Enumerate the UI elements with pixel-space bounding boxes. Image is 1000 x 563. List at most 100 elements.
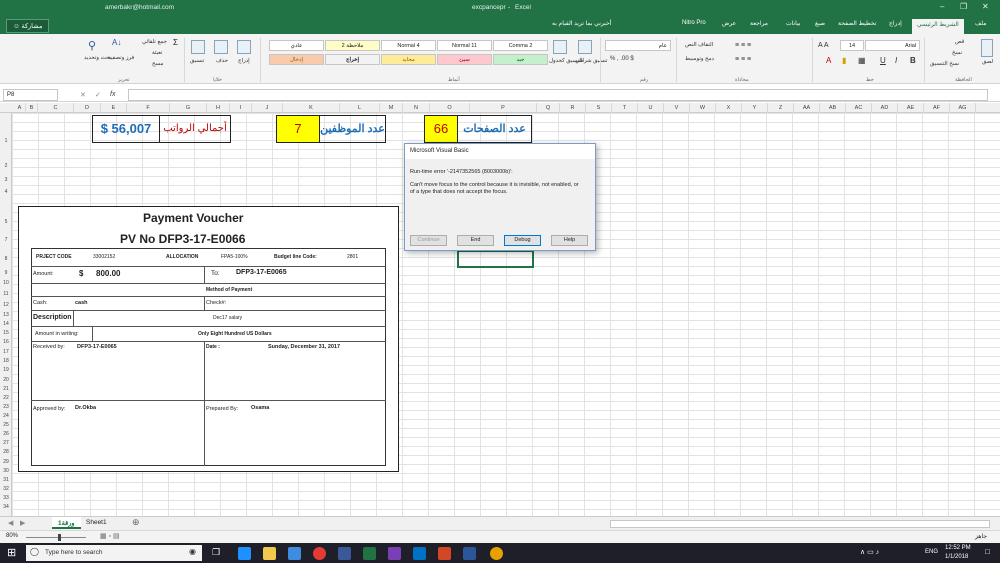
total-salaries-label[interactable]: أجمالي الرواتب bbox=[159, 115, 231, 143]
row-header[interactable]: 22 bbox=[0, 395, 12, 401]
row-header[interactable]: 34 bbox=[0, 504, 12, 510]
column-header[interactable]: AB bbox=[820, 103, 846, 113]
style-normal4[interactable]: Normal 4 bbox=[381, 40, 436, 51]
prev-sheet-icon[interactable]: ◀ bbox=[8, 519, 13, 527]
style-output[interactable]: إخراج bbox=[325, 54, 380, 65]
clock-date[interactable]: 1/1/2018 bbox=[945, 554, 968, 560]
selected-cell[interactable] bbox=[457, 250, 534, 268]
pages-value[interactable]: 66 bbox=[424, 115, 458, 143]
pages-label[interactable]: عدد الصفحات bbox=[457, 115, 532, 143]
tab-page-layout[interactable]: تخطيط الصفحة bbox=[838, 20, 876, 27]
column-header[interactable]: AA bbox=[794, 103, 820, 113]
row-header[interactable]: 19 bbox=[0, 367, 12, 373]
row-header[interactable]: 26 bbox=[0, 431, 12, 437]
row-header[interactable]: 8 bbox=[0, 256, 12, 262]
tab-home[interactable]: الشريط الرئيسي bbox=[912, 19, 964, 34]
row-header[interactable]: 14 bbox=[0, 321, 12, 327]
column-header[interactable]: W bbox=[690, 103, 716, 113]
number-format-buttons[interactable]: % , .00 $ bbox=[610, 56, 634, 62]
windows-start-icon[interactable]: ⊞ bbox=[7, 546, 16, 559]
store-icon[interactable] bbox=[288, 547, 301, 560]
row-header[interactable]: 1 bbox=[0, 138, 12, 144]
italic-button[interactable]: I bbox=[895, 56, 897, 65]
wrap-text-button[interactable]: التفاف النص bbox=[685, 42, 713, 48]
tab-file[interactable]: ملف bbox=[975, 20, 986, 27]
restore-icon[interactable]: ❐ bbox=[960, 2, 967, 11]
find-button[interactable]: بحث وتحديد bbox=[84, 55, 111, 61]
powerpoint-icon[interactable] bbox=[438, 547, 451, 560]
word-icon[interactable] bbox=[463, 547, 476, 560]
sheet-tab-active[interactable]: ورقة1 bbox=[52, 517, 81, 529]
system-tray-icons[interactable]: ∧ ▭ ♪ bbox=[860, 548, 879, 556]
style-normal[interactable]: عادي bbox=[269, 40, 324, 51]
notification-icon[interactable]: □ bbox=[985, 547, 990, 556]
search-box[interactable]: ◯ Type here to search ◉ bbox=[26, 545, 202, 561]
style-good[interactable]: جيد bbox=[493, 54, 548, 65]
column-header[interactable]: I bbox=[230, 103, 252, 113]
formula-input[interactable] bbox=[128, 89, 988, 101]
column-header[interactable]: T bbox=[612, 103, 638, 113]
grow-shrink-font[interactable]: A A bbox=[818, 42, 829, 49]
row-header[interactable]: 17 bbox=[0, 349, 12, 355]
opera-icon[interactable] bbox=[313, 547, 326, 560]
clock-time[interactable]: 12:52 PM bbox=[945, 545, 971, 551]
style-input[interactable]: إدخال bbox=[269, 54, 324, 65]
insert-button[interactable]: إدراج bbox=[238, 58, 250, 64]
column-header[interactable]: AD bbox=[872, 103, 898, 113]
end-button[interactable]: End bbox=[457, 235, 494, 246]
column-header[interactable]: AE bbox=[898, 103, 924, 113]
column-header[interactable]: A bbox=[14, 103, 26, 113]
excel-icon[interactable] bbox=[363, 547, 376, 560]
delete-button[interactable]: حذف bbox=[216, 58, 228, 64]
row-header[interactable]: 24 bbox=[0, 413, 12, 419]
tellme-box[interactable]: أخبرني بما تريد القيام به bbox=[552, 20, 611, 27]
column-header[interactable]: B bbox=[26, 103, 38, 113]
total-salaries-value[interactable]: $ 56,007 bbox=[92, 115, 160, 143]
row-header[interactable]: 25 bbox=[0, 422, 12, 428]
column-header[interactable]: Z bbox=[768, 103, 794, 113]
row-header[interactable]: 16 bbox=[0, 339, 12, 345]
conditional-format-button[interactable]: تنسيق شرطي bbox=[575, 58, 607, 64]
help-button[interactable]: Help bbox=[551, 235, 588, 246]
tab-insert[interactable]: إدراج bbox=[889, 20, 902, 27]
align-icons-row2[interactable]: ≡ ≡ ≡ bbox=[735, 56, 751, 63]
cut-button[interactable]: قص bbox=[955, 39, 964, 45]
row-header[interactable]: 31 bbox=[0, 477, 12, 483]
column-header[interactable]: R bbox=[560, 103, 586, 113]
minimize-icon[interactable]: – bbox=[940, 2, 944, 11]
file-explorer-icon[interactable] bbox=[263, 547, 276, 560]
row-header[interactable]: 3 bbox=[0, 177, 12, 183]
row-header[interactable]: 33 bbox=[0, 495, 12, 501]
tab-data[interactable]: بيانات bbox=[786, 20, 800, 27]
enter-icon[interactable]: ✓ bbox=[95, 91, 101, 99]
column-header[interactable]: K bbox=[283, 103, 340, 113]
zoom-slider[interactable] bbox=[26, 537, 86, 538]
row-header[interactable]: 7 bbox=[0, 237, 12, 243]
column-header[interactable]: P bbox=[470, 103, 537, 113]
task-view-icon[interactable]: ❐ bbox=[212, 547, 220, 558]
continue-button[interactable]: Continue bbox=[410, 235, 447, 246]
style-comma2[interactable]: Comma 2 bbox=[493, 40, 548, 51]
column-header[interactable]: H bbox=[207, 103, 230, 113]
row-header[interactable]: 11 bbox=[0, 291, 12, 297]
row-header[interactable]: 5 bbox=[0, 219, 12, 225]
column-header[interactable]: L bbox=[340, 103, 380, 113]
column-header[interactable]: J bbox=[252, 103, 283, 113]
column-header[interactable]: AC bbox=[846, 103, 872, 113]
bold-button[interactable]: B bbox=[910, 56, 916, 65]
language-indicator[interactable]: ENG bbox=[925, 549, 938, 555]
row-header[interactable]: 10 bbox=[0, 280, 12, 286]
horizontal-scrollbar[interactable] bbox=[610, 520, 990, 528]
column-header[interactable]: G bbox=[170, 103, 207, 113]
tab-view[interactable]: عرض bbox=[722, 20, 736, 27]
next-sheet-icon[interactable]: ▶ bbox=[20, 519, 25, 527]
employees-label[interactable]: عدد الموظفين bbox=[319, 115, 386, 143]
sheet-tab[interactable]: Sheet1 bbox=[86, 519, 107, 526]
row-header[interactable]: 15 bbox=[0, 330, 12, 336]
debug-button[interactable]: Debug bbox=[504, 235, 541, 246]
column-header[interactable]: M bbox=[380, 103, 403, 113]
paste-button[interactable]: لصق bbox=[982, 59, 993, 65]
column-header[interactable]: N bbox=[403, 103, 430, 113]
column-header[interactable]: X bbox=[716, 103, 742, 113]
align-icons[interactable]: ≡ ≡ ≡ bbox=[735, 42, 751, 49]
